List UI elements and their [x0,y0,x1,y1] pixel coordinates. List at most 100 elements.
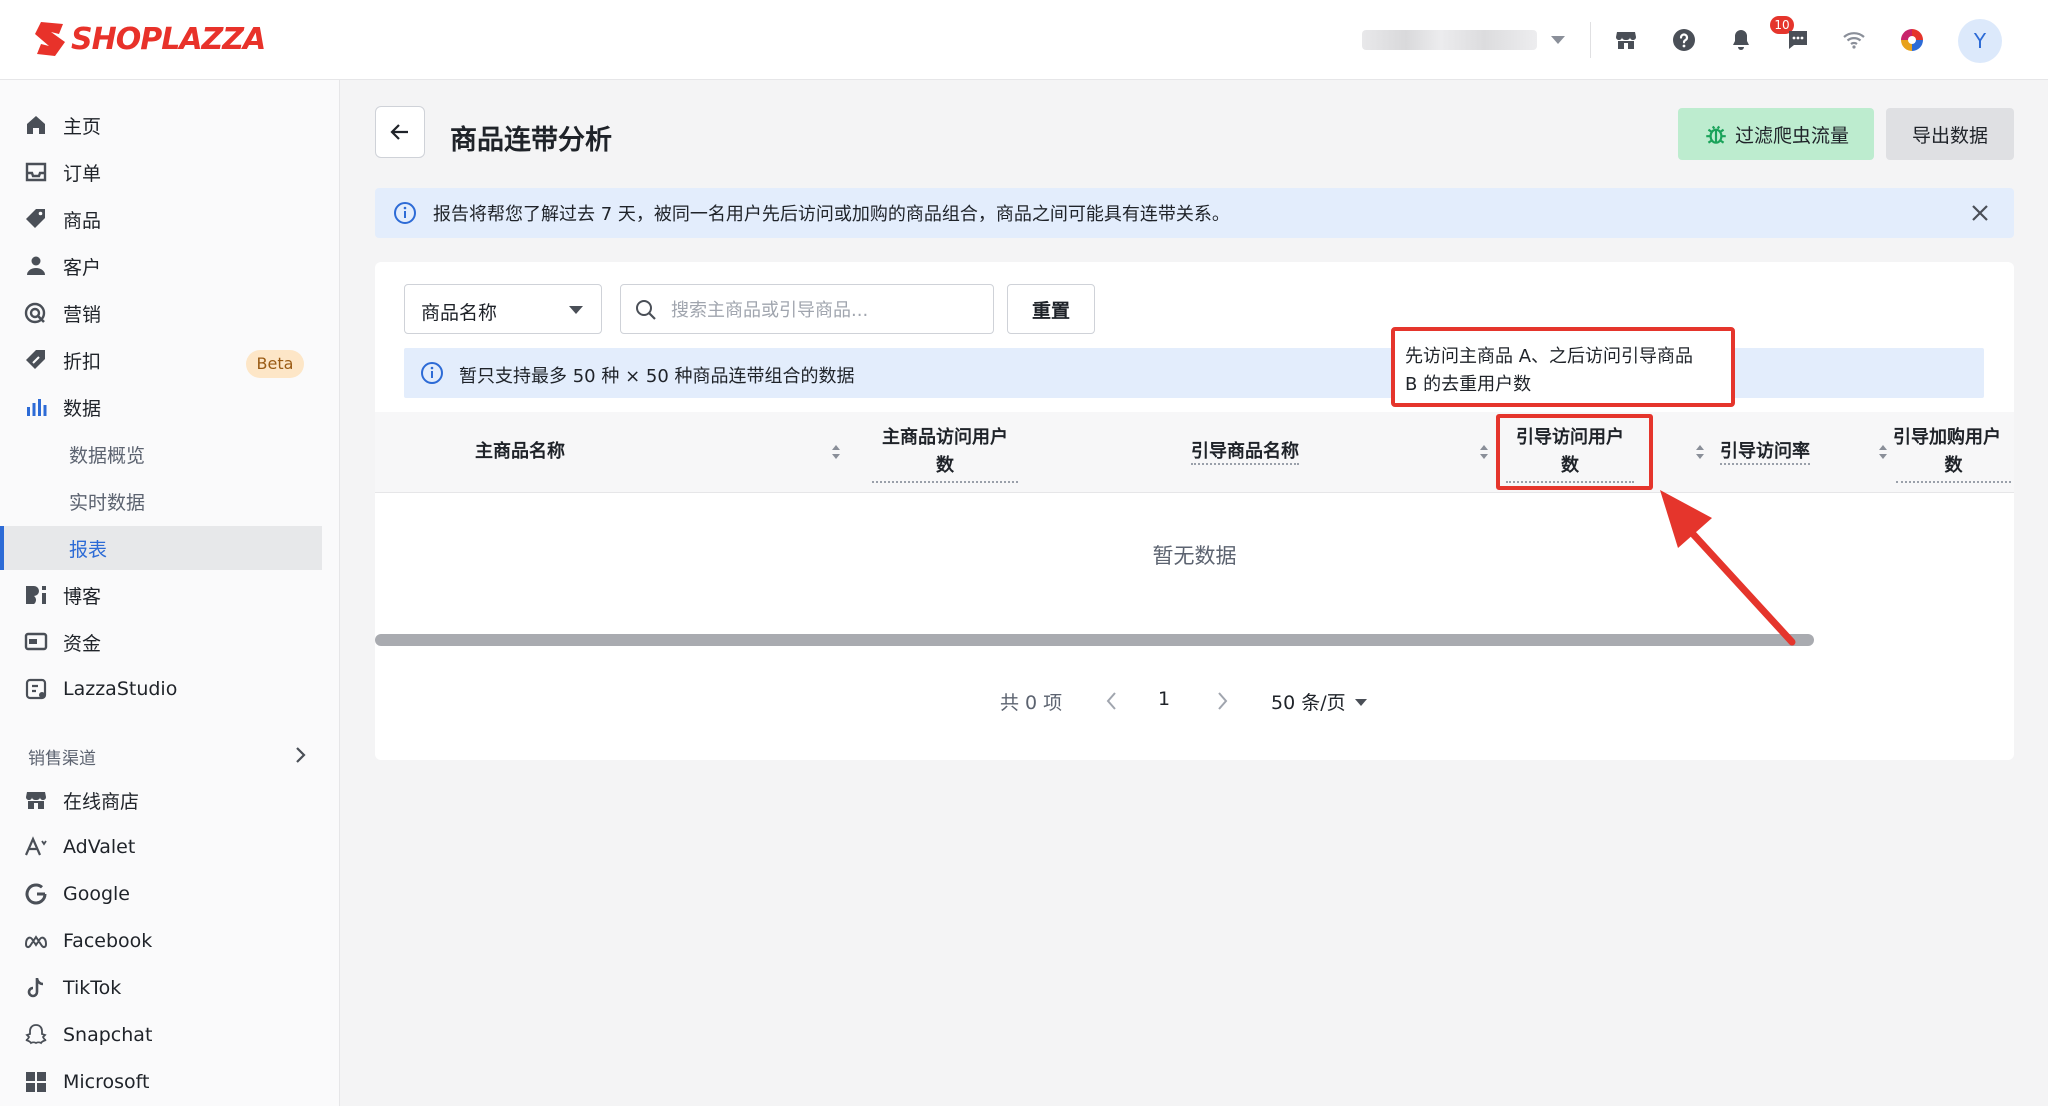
reset-button[interactable]: 重置 [1007,284,1095,334]
pagination-current-page[interactable]: 1 [1158,688,1170,710]
user-avatar[interactable]: Y [1958,19,2002,63]
sidebar-item-facebook[interactable]: Facebook [0,919,340,963]
sidebar-subitem-realtime[interactable]: 实时数据 [0,479,340,523]
target-icon [24,302,46,324]
sidebar-item-google[interactable]: Google [0,872,340,916]
pagination: 共 0 项 1 50 条/页 [375,682,2014,722]
person-icon [27,256,45,275]
chevron-right-icon[interactable] [1213,690,1231,712]
search-field-select[interactable]: 商品名称 [404,284,602,334]
wifi-icon[interactable] [1838,24,1870,56]
export-data-button[interactable]: 导出数据 [1886,108,2014,160]
sidebar-item-products[interactable]: 商品 [0,197,340,241]
annotation-arrow [1660,490,1796,646]
sidebar-item-blog[interactable]: 博客 [0,573,340,617]
chevron-right-icon[interactable] [294,746,308,764]
sidebar-item-label: Facebook [63,930,153,952]
sidebar-subitem-label: 实时数据 [69,491,146,514]
chevron-down-icon [1355,699,1367,706]
active-indicator [0,526,4,570]
sidebar-item-label: LazzaStudio [63,678,178,700]
page-size-select[interactable]: 50 条/页 [1271,688,1346,715]
blog-icon [26,586,46,604]
discount-icon [26,350,45,369]
sort-icon[interactable] [1695,443,1705,461]
search-input[interactable] [669,293,983,327]
filter-bot-traffic-label: 过滤爬虫流量 [1734,124,1849,147]
sort-icon[interactable] [831,443,841,461]
col-guide-rate-label: 引导访问率 [1720,441,1810,465]
chevron-down-icon [1551,36,1565,44]
bell-icon[interactable] [1725,24,1757,56]
google-icon [25,883,47,905]
meta-icon [24,935,48,949]
help-icon[interactable] [1668,24,1700,56]
tag-icon [26,209,45,228]
tooltip-line1: 先访问主商品 A、之后访问引导商品 [1405,346,1694,367]
sidebar-item-online-store[interactable]: 在线商店 [0,778,340,822]
sidebar-item-home[interactable]: 主页 [0,103,340,147]
sidebar-item-data[interactable]: 数据 [0,385,340,429]
back-button[interactable] [375,106,425,158]
logo-text: SHOPLAZZA [71,21,266,57]
sidebar-item-label: 营销 [63,303,102,326]
info-icon [394,202,416,224]
store-icon[interactable] [1610,24,1642,56]
select-value: 商品名称 [421,302,498,324]
shoplazza-logo[interactable]: SHOPLAZZA [33,20,266,58]
sidebar-item-finance[interactable]: 资金 [0,620,340,664]
info-icon [421,362,443,384]
sidebar-item-marketing[interactable]: 营销 [0,291,340,335]
sidebar-item-snapchat[interactable]: Snapchat [0,1013,340,1057]
topbar-divider [1590,22,1591,58]
sidebar-item-customers[interactable]: 客户 [0,244,340,288]
close-icon[interactable] [1969,202,1991,224]
wallet-icon [24,632,48,651]
sidebar-item-tiktok[interactable]: TikTok [0,966,340,1010]
sidebar-item-lazzastudio[interactable]: LazzaStudio [0,667,340,711]
search-icon [636,300,656,320]
col-guide-add-to-cart-line1: 引导加购用户 [1893,427,2001,448]
sidebar-item-discounts[interactable]: 折扣 Beta [0,338,340,382]
col-main-product-name: 主商品名称 [475,441,565,462]
sidebar-item-label: Google [63,883,131,905]
search-box[interactable] [620,284,994,334]
sort-icon[interactable] [1878,443,1888,461]
sidebar-item-microsoft[interactable]: Microsoft [0,1060,340,1104]
chat-icon[interactable] [1782,24,1814,56]
microsoft-icon [26,1072,46,1092]
sidebar-subitem-label: 报表 [69,538,108,561]
chevron-left-icon[interactable] [1103,690,1121,712]
sidebar-item-label: AdValet [63,836,136,858]
col-guide-rate: 引导访问率 [1710,438,1820,466]
bar-chart-icon [27,399,47,416]
sidebar-item-orders[interactable]: 订单 [0,150,340,194]
col-main-product-visitors-line1: 主商品访问用户 [882,427,1008,448]
sidebar: 主页 订单 商品 客户 营销 折扣 Beta 数据 数据概览 实时数据 报表 博… [0,80,340,1106]
chevron-down-icon [569,306,583,314]
color-wheel-icon[interactable] [1896,24,1928,56]
snapchat-icon [25,1024,47,1045]
sidebar-item-advalet[interactable]: AdValet [0,825,340,869]
store-icon [26,792,46,809]
store-selector[interactable] [1362,30,1565,50]
home-icon [27,116,45,134]
arrow-left-icon [390,124,408,140]
col-guide-product-name: 引导商品名称 [1130,438,1360,466]
sidebar-item-label: 客户 [63,256,102,279]
sidebar-item-label: 博客 [63,585,102,608]
horizontal-scrollbar[interactable] [375,634,1814,646]
sort-icon[interactable] [1479,443,1489,461]
sidebar-item-label: Microsoft [63,1071,150,1093]
sidebar-item-label: 商品 [63,209,102,232]
filter-bot-traffic-button[interactable]: 过滤爬虫流量 [1678,108,1874,160]
sidebar-subitem-data-overview[interactable]: 数据概览 [0,432,340,476]
sidebar-item-label: 在线商店 [63,790,140,813]
sidebar-subitem-label: 数据概览 [69,444,146,467]
pagination-total: 共 0 项 [1000,692,1063,714]
column-tooltip: 先访问主商品 A、之后访问引导商品 B 的去重用户数 [1391,327,1735,407]
tooltip-line2: B 的去重用户数 [1405,374,1532,395]
limit-note-banner: 暂只支持最多 50 种 × 50 种商品连带组合的数据 [404,348,1984,398]
beta-badge: Beta [246,350,304,378]
sidebar-subitem-reports[interactable]: 报表 [0,526,322,570]
